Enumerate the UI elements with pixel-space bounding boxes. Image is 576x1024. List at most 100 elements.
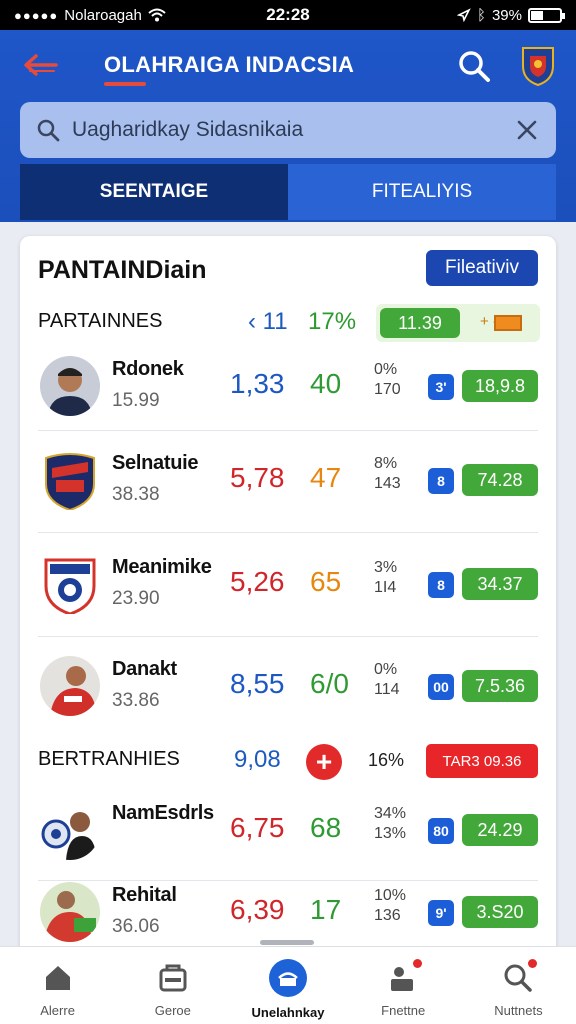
stat-b: 47 xyxy=(310,462,342,493)
nav-item-geroe[interactable]: Geroe xyxy=(115,947,230,1024)
percent-block: 34% 13% xyxy=(374,804,406,844)
players-icon xyxy=(386,959,423,995)
carrier-label: Nolaroagah xyxy=(64,6,142,24)
tab-fitealiyis[interactable]: FITEALIYIS xyxy=(288,164,556,220)
home-icon xyxy=(45,966,70,990)
section-tag[interactable]: 11.39 + ‹ xyxy=(376,304,540,342)
avatar xyxy=(40,356,100,416)
percent-bottom: 136 xyxy=(374,907,401,924)
avatar xyxy=(40,882,100,942)
title-underline xyxy=(104,82,146,86)
section-alert-tag[interactable]: TAR3 09.36 xyxy=(426,744,538,778)
score-pill[interactable]: 7.5.36 xyxy=(462,670,538,702)
score-pill[interactable]: 18,9.8 xyxy=(462,370,538,402)
percent-bottom: 143 xyxy=(374,475,401,492)
percent-bottom: 1I4 xyxy=(374,579,397,596)
avatar xyxy=(40,800,100,860)
section-header: BERTRANHIES 9,08 + 16% TAR3 09.36 xyxy=(20,738,556,782)
card-title: PANTAINDiain xyxy=(38,256,207,284)
nav-label: Geroe xyxy=(154,1003,191,1018)
add-button[interactable]: + xyxy=(306,744,342,780)
nav-label: Fnettne xyxy=(381,1003,426,1018)
stat-a: 6,39 xyxy=(230,894,285,925)
notification-dot xyxy=(528,959,538,968)
list-item[interactable]: Rdonek 15.99 1,33 40 0% 170 3' 18,9.8 xyxy=(20,338,556,438)
list-item[interactable]: Selnatuie 38.38 5,78 47 8% 143 8 74.28 xyxy=(20,432,556,532)
page-title: OLAHRAIGA INDACSIA xyxy=(104,52,355,77)
score-pill[interactable]: 3.S20 xyxy=(462,896,538,928)
percent-bottom: 13% xyxy=(374,825,407,842)
sheet-handle[interactable] xyxy=(260,940,314,945)
stat-b: 40 xyxy=(310,368,342,399)
player-value: 33.86 xyxy=(112,690,160,711)
club-crest-icon[interactable] xyxy=(520,44,556,86)
bluetooth-icon: ᛒ xyxy=(476,6,486,24)
section-label: PARTAINNES xyxy=(38,310,163,332)
back-arrow-icon[interactable] xyxy=(20,50,60,80)
percent-block: 3% 1I4 xyxy=(374,558,397,598)
percent-top: 0% xyxy=(374,361,398,378)
stat-b: 6/0 xyxy=(310,668,349,699)
stat-b: 65 xyxy=(310,566,342,597)
nav-item-nuttnets[interactable]: Nuttnets xyxy=(461,947,576,1024)
tab-bar: SEENTAIGE FITEALIYIS xyxy=(20,164,556,220)
list-item[interactable]: Meanimike 23.90 5,26 65 3% 1I4 8 34.37 xyxy=(20,536,556,636)
bar-chart-icon xyxy=(494,315,522,331)
player-name: Meanimike xyxy=(112,556,212,578)
search-icon[interactable] xyxy=(456,48,492,84)
percent-bottom: 170 xyxy=(374,381,401,398)
relativity-button[interactable]: Fileativiv xyxy=(426,250,538,286)
percent-top: 0% xyxy=(374,661,398,678)
percent-top: 34% xyxy=(374,805,407,822)
tab-seentaige[interactable]: SEENTAIGE xyxy=(20,164,288,220)
rank-badge: 9' xyxy=(428,900,454,926)
player-name: Rehital xyxy=(112,884,177,906)
section-stat-b: 17% xyxy=(308,308,357,335)
stadium-icon xyxy=(269,959,307,997)
percent-top: 8% xyxy=(374,455,398,472)
stat-a: 6,75 xyxy=(230,812,285,843)
percent-block: 0% 114 xyxy=(374,660,400,700)
bottom-nav: Alerre Geroe Unelahnkay Fnettne Nuttnets xyxy=(0,946,576,1024)
notification-dot xyxy=(413,959,423,968)
stat-a: 5,78 xyxy=(230,462,285,493)
player-value: 15.99 xyxy=(112,390,160,411)
stat-a: 8,55 xyxy=(230,668,285,699)
section-label: BERTRANHIES xyxy=(38,748,180,770)
nav-label: Alerre xyxy=(40,1003,75,1018)
search-bar[interactable] xyxy=(20,102,556,158)
percent-block: 10% 136 xyxy=(374,886,406,926)
score-pill[interactable]: 24.29 xyxy=(462,814,538,846)
divider xyxy=(38,430,538,431)
battery-icon xyxy=(528,7,565,23)
list-item[interactable]: Danakt 33.86 8,55 6/0 0% 114 00 7.5.36 xyxy=(20,638,556,738)
section-stat-a: 9,08 xyxy=(234,746,281,773)
stat-b: 17 xyxy=(310,894,342,925)
stat-b: 68 xyxy=(310,812,342,843)
player-name: NamEsdrls xyxy=(112,802,214,824)
nav-label: Nuttnets xyxy=(494,1003,543,1018)
rank-badge: 80 xyxy=(428,818,454,844)
section-tag-value: 11.39 xyxy=(380,308,460,338)
search-input[interactable] xyxy=(72,118,514,142)
location-icon xyxy=(456,8,471,22)
percent-top: 3% xyxy=(374,559,398,576)
signal-icon: ●●●●● xyxy=(14,7,59,23)
nav-label: Unelahnkay xyxy=(251,1005,325,1020)
nav-item-alerre[interactable]: Alerre xyxy=(0,947,115,1024)
score-pill[interactable]: 34.37 xyxy=(462,568,538,600)
percent-bottom: 114 xyxy=(374,681,400,698)
clear-icon[interactable] xyxy=(514,117,540,143)
rank-badge: 8 xyxy=(428,572,454,598)
stat-a: 5,26 xyxy=(230,566,285,597)
score-pill[interactable]: 74.28 xyxy=(462,464,538,496)
rank-badge: 3' xyxy=(428,374,454,400)
rank-badge: 8 xyxy=(428,468,454,494)
section-percent: 16% xyxy=(368,750,405,770)
teams-icon xyxy=(159,964,187,992)
clock: 22:28 xyxy=(266,5,310,24)
wifi-icon xyxy=(148,8,166,22)
nav-item-fnettne[interactable]: Fnettne xyxy=(346,947,461,1024)
battery-percent: 39% xyxy=(491,6,522,24)
nav-item-unelahnkay[interactable]: Unelahnkay xyxy=(230,947,345,1024)
